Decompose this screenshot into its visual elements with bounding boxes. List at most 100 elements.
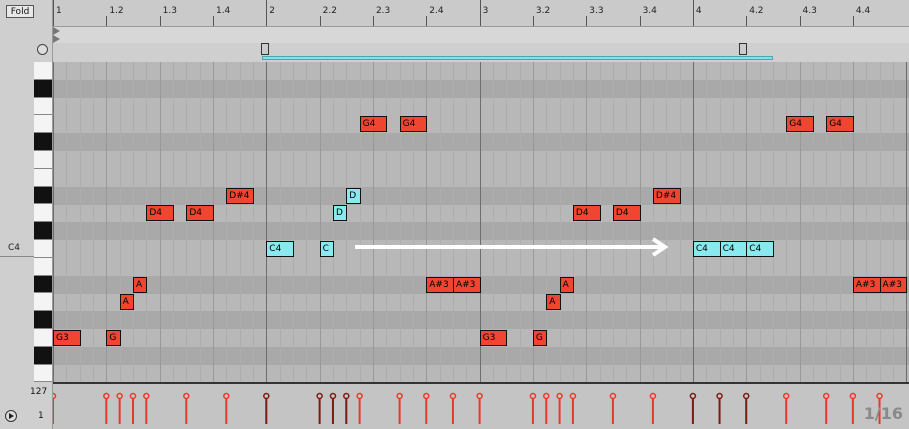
piano-key[interactable]: [34, 186, 52, 205]
c4-key-label: C4: [8, 243, 21, 253]
grid-line: [186, 62, 188, 382]
piano-key[interactable]: [34, 293, 52, 312]
ruler-label: 4.4: [855, 6, 871, 16]
midi-note[interactable]: C4: [266, 241, 294, 257]
midi-note[interactable]: G3: [53, 330, 81, 346]
midi-note[interactable]: C4: [746, 241, 774, 257]
note-grid[interactable]: G3 G A A D4 D4 D#4 C4 C D D G4 G4 A#3 A#3 G3 G A A D4 D4 D#4 C…: [53, 62, 909, 382]
grid-line: [879, 62, 881, 382]
loop-brace[interactable]: [262, 56, 773, 60]
piano-keyboard[interactable]: [34, 62, 52, 383]
ruler-tick: [212, 16, 214, 26]
piano-key[interactable]: [34, 275, 52, 294]
piano-key[interactable]: [34, 257, 52, 276]
velocity-lane[interactable]: [53, 382, 909, 429]
ruler-label: 2.3: [375, 6, 391, 16]
ruler-label: 1.2: [109, 6, 124, 16]
velocity-handle: [183, 392, 190, 400]
midi-note[interactable]: G4: [359, 116, 388, 133]
midi-note[interactable]: C: [319, 241, 334, 257]
grid-line: [692, 62, 694, 382]
midi-note[interactable]: D: [332, 205, 348, 222]
play-triangle-icon: [53, 35, 60, 43]
fold-button[interactable]: Fold: [6, 5, 34, 18]
midi-note[interactable]: C4: [719, 241, 748, 257]
grid-line: [332, 62, 334, 382]
grid-line: [132, 62, 134, 382]
piano-key[interactable]: [34, 329, 52, 347]
midi-note[interactable]: A#3: [452, 276, 481, 293]
piano-key[interactable]: [34, 115, 52, 134]
grid-line: [746, 62, 748, 382]
play-icon: [9, 413, 14, 419]
piano-key[interactable]: [34, 364, 52, 383]
piano-key[interactable]: [34, 151, 52, 169]
piano-key[interactable]: [34, 240, 52, 258]
grid-line: [452, 62, 454, 382]
piano-key[interactable]: [34, 62, 52, 80]
velocity-stems[interactable]: [53, 384, 909, 429]
midi-note[interactable]: A: [559, 276, 574, 293]
ruler-label: 3.3: [589, 6, 604, 16]
midi-note[interactable]: A#3: [879, 276, 908, 293]
velocity-handle: [543, 392, 550, 400]
black-key-row: [53, 186, 909, 205]
piano-key[interactable]: [34, 222, 52, 240]
velocity-handle: [423, 392, 430, 400]
midi-note[interactable]: D4: [612, 205, 641, 222]
grid-line: [599, 62, 601, 382]
midi-note[interactable]: C4: [692, 241, 721, 257]
piano-key[interactable]: [34, 311, 52, 329]
black-key-row: [53, 311, 909, 330]
grid-line: [212, 62, 214, 382]
ruler-label: 3: [482, 6, 489, 16]
right-arrow-icon: [355, 237, 669, 257]
ruler-label: 4: [695, 6, 702, 16]
midi-note[interactable]: D4: [146, 205, 174, 222]
ruler-tick: [746, 16, 748, 26]
midi-note[interactable]: A#3: [426, 276, 454, 293]
loop-end-locator[interactable]: [739, 43, 747, 55]
velocity-handle: [53, 392, 57, 400]
piano-key[interactable]: [34, 133, 52, 151]
midi-note[interactable]: G: [106, 330, 121, 346]
black-key-row: [53, 79, 909, 98]
headphones-icon[interactable]: [37, 44, 48, 55]
beat-ruler[interactable]: 1 1.2 1.3 1.4 2 2.2 2.3 2.4 3 3.2 3.3 3.4 4 4.2 4.3 4.4: [53, 0, 909, 27]
velocity-handle: [343, 392, 350, 400]
grid-line: [786, 62, 788, 382]
piano-key[interactable]: [34, 204, 52, 223]
midi-note[interactable]: D#4: [652, 187, 681, 204]
piano-key[interactable]: [34, 346, 52, 365]
midi-note[interactable]: A#3: [852, 276, 881, 293]
velocity-handle: [822, 392, 830, 400]
midi-note[interactable]: D4: [186, 205, 214, 222]
piano-key[interactable]: [34, 97, 52, 116]
midi-note[interactable]: G3: [479, 330, 508, 346]
velocity-handle: [129, 392, 137, 400]
midi-note[interactable]: D4: [572, 205, 601, 222]
piano-key[interactable]: [34, 168, 52, 187]
grid-line: [572, 62, 574, 382]
midi-note[interactable]: G4: [826, 116, 854, 133]
velocity-handle: [649, 392, 657, 400]
grid-line: [319, 62, 321, 382]
velocity-handle: [716, 392, 723, 400]
midi-note[interactable]: A: [132, 276, 148, 293]
velocity-handle: [529, 392, 537, 400]
midi-note[interactable]: G4: [399, 116, 428, 133]
midi-note[interactable]: A: [119, 294, 134, 311]
loop-start-locator[interactable]: [261, 43, 269, 55]
velocity-handle: [263, 392, 270, 400]
piano-key[interactable]: [34, 79, 52, 98]
black-key-row: [53, 275, 909, 294]
midi-note[interactable]: D#4: [226, 187, 254, 204]
ruler-label: 1.4: [215, 6, 231, 16]
midi-note[interactable]: D: [346, 187, 361, 204]
midi-note[interactable]: A: [546, 294, 561, 311]
grid-line: [426, 62, 428, 382]
midi-note[interactable]: G: [532, 330, 548, 346]
preview-play-button[interactable]: [5, 410, 17, 422]
midi-note[interactable]: G4: [786, 116, 814, 133]
play-triangle-icon: [53, 27, 60, 35]
